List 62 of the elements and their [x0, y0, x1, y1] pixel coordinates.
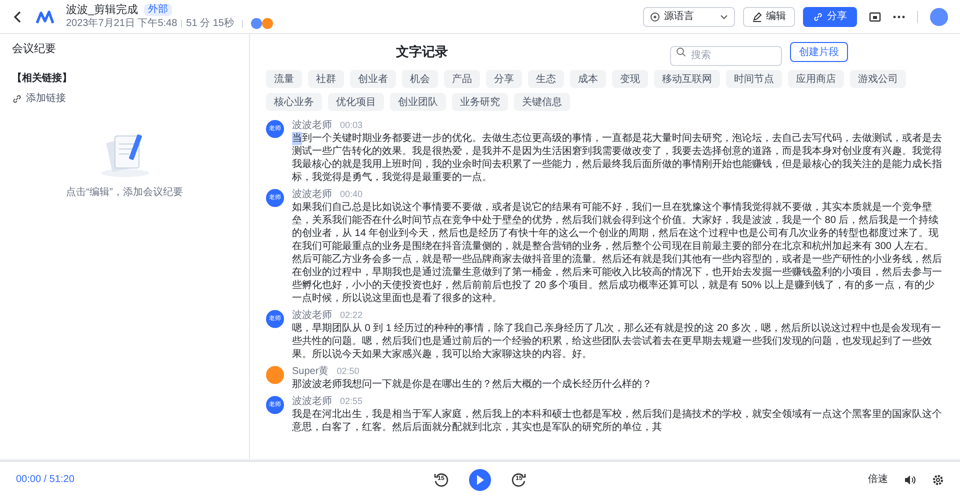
empty-hint: 点击“编辑”，添加会议纪要 [66, 186, 183, 199]
playback-highlight [292, 132, 302, 145]
keyword-tag[interactable]: 游戏公司 [850, 70, 906, 88]
logo-icon [36, 10, 54, 24]
speaker-name: 波波老师 [292, 395, 332, 408]
caret-icon [720, 12, 728, 20]
keyword-tag[interactable]: 移动互联网 [654, 70, 720, 88]
keyword-tag[interactable]: 社群 [308, 70, 344, 88]
meeting-title: 波波_剪辑完成 [66, 3, 138, 17]
volume-icon[interactable] [904, 474, 916, 486]
more-icon[interactable] [893, 14, 905, 18]
speaker-name: Super黄 [292, 365, 329, 378]
speed-button[interactable]: 倍速 [868, 472, 888, 487]
transcript-paragraph: 嗯，早期团队从 0 到 1 经历过的种种的事情，除了我自己亲身经历了几次，那么还有就是投的这 20 多次，嗯，然后所以说这过程中也是会发现有一些共性的问题。嗯，然后我们也是通过前后的一个经验的积累，给这些团队去尝试着去在更早期去规避一些我们发现的问题，也发现起到了一些效果。所以说今天如果大家感兴趣，我可以给大家聊这块的内容。好。 [292, 322, 942, 361]
keyword-tag[interactable]: 机会 [402, 70, 438, 88]
add-link-button[interactable]: 添加链接 [12, 91, 66, 106]
share-button[interactable]: 分享 [803, 6, 857, 26]
keyword-tag[interactable]: 应用商店 [788, 70, 844, 88]
transcript-paragraph: 我是在河北出生，我是相当于军人家庭，然后我上的本科和硕士也都是军校，然后我们是搞技术的学校，就安全领域有一点这个黑客里的国家队这个意思，白客了，红客。然后后面就分配就到北京，其实也是军队的研究所的单位，其 [292, 408, 943, 434]
participant-avatar [262, 18, 273, 29]
keyword-tag[interactable]: 分享 [486, 70, 522, 88]
section-title: 文字记录 [396, 43, 448, 62]
keyword-tag[interactable]: 时间节点 [726, 70, 782, 88]
playback-time: 00:00 / 51:20 [16, 473, 74, 487]
speaker-name: 波波老师 [292, 309, 332, 322]
transcript-paragraph: 如果我们自己总是比如说这个事情要不要做，或者是说它的结果有可能不好，我们一旦在犹豫这个事情我觉得就不要做，其实本质就是一个竞争壁垒，关系我们能否在什么时间节点在竞争中处于壁垒的优势，然后我们就会得到这个价值。大家好，我是波波，我是一个 80 后，然后我是一个持续的创业者，从 14 年创业到今天，然后也是经历了有快十年的这么一个创业的周期，然后在这个过程中也是公司有几次业务的转型也都度过来了。现在我们可能最重点的业务是围绕在抖音流量侧的，就是整合营销的业务，然后整个公司现在目前最主要的部分在北京和杭州加起来有 300 人左右。然后可能乙方业务会多一点，就是帮一些品牌商家去做抖音里的流量。然后还有就是我们其他有一些内容型的，或者是一些产研性的小业务线，然后在创业的过程中，早期我也是通过流量生意做到了第一桶金，然后来可能收入比较高的情况下，也开始去发掘一些赚钱盈利的小项目，然后去参与一些孵化也好，小小的天使投资也好，然后前前后也投了 20 多个项目。然后成功概率还算可以，就是有 50% 以上是赚到钱了，有的多一点，有的少一点时候，所以说这里面也是看了很多的这种。 [292, 201, 943, 305]
keyword-tag[interactable]: 创业者 [350, 70, 396, 88]
edit-button[interactable]: 编辑 [743, 6, 795, 26]
play-button[interactable] [469, 468, 491, 490]
speaker-name: 波波老师 [292, 119, 332, 132]
meeting-duration: 51 分 15秒 [186, 17, 234, 30]
external-badge: 外部 [144, 4, 172, 16]
create-clip-button[interactable]: 创建片段 [790, 42, 848, 62]
keyword-tag[interactable]: 关键信息 [514, 93, 570, 111]
play-icon [476, 474, 484, 484]
transcript-paragraph: 当到一个关键时期业务都要进一步的优化。去做生态位更高级的事情，一直都是花大量时间去研究，泡论坛，去自己去写代码，去做测试，或者是去测试一些广告转化的效果。我是很热爱，是我并不是因为生活困窘到我需要做改变了，我要去选择创意的道路，而是我本身对创业度有兴趣。我觉得我最核心的就是我用上班时间，我的业余时间去积累了一些能力，然后最终我后面所做的事情刚开始也能赚钱，但是最核心的我关注的是能力成长指标，我觉得是勇气，我觉得是最重要的一点。 [292, 132, 943, 184]
settings-icon[interactable] [932, 474, 944, 486]
keyword-tag[interactable]: 产品 [444, 70, 480, 88]
search-icon [676, 47, 686, 57]
language-dropdown[interactable]: 源语言 [643, 6, 735, 26]
keyword-tag[interactable]: 生态 [528, 70, 564, 88]
link-icon [813, 12, 823, 22]
keyword-tag[interactable]: 优化项目 [328, 93, 384, 111]
keyword-tag[interactable]: 成本 [570, 70, 606, 88]
pen-icon [752, 12, 762, 22]
user-avatar[interactable] [930, 8, 948, 26]
participant-avatar [250, 18, 262, 29]
link-icon [12, 94, 22, 104]
search-field[interactable]: 搜索 [670, 46, 782, 66]
forward-icon [511, 472, 527, 488]
transcript-paragraph: 那波波老师我想问一下就是你是在哪出生的？然后大概的一个成长经历什么样的？ [292, 378, 652, 391]
keyword-tag[interactable]: 业务研究 [452, 93, 508, 111]
keyword-tag[interactable]: 创业团队 [390, 93, 446, 111]
panel-title: 会议纪要 [12, 42, 57, 56]
screen-icon[interactable] [869, 10, 881, 22]
speaker-name: 波波老师 [292, 188, 332, 201]
keyword-tag[interactable]: 核心业务 [266, 93, 322, 111]
keyword-tag[interactable]: 变现 [612, 70, 648, 88]
meeting-date: 2023年7月21日 下午5:48 [66, 17, 178, 30]
section-heading: 【相关链接】 [12, 72, 73, 85]
rewind-icon [433, 472, 449, 488]
keyword-tag[interactable]: 流量 [266, 70, 302, 88]
